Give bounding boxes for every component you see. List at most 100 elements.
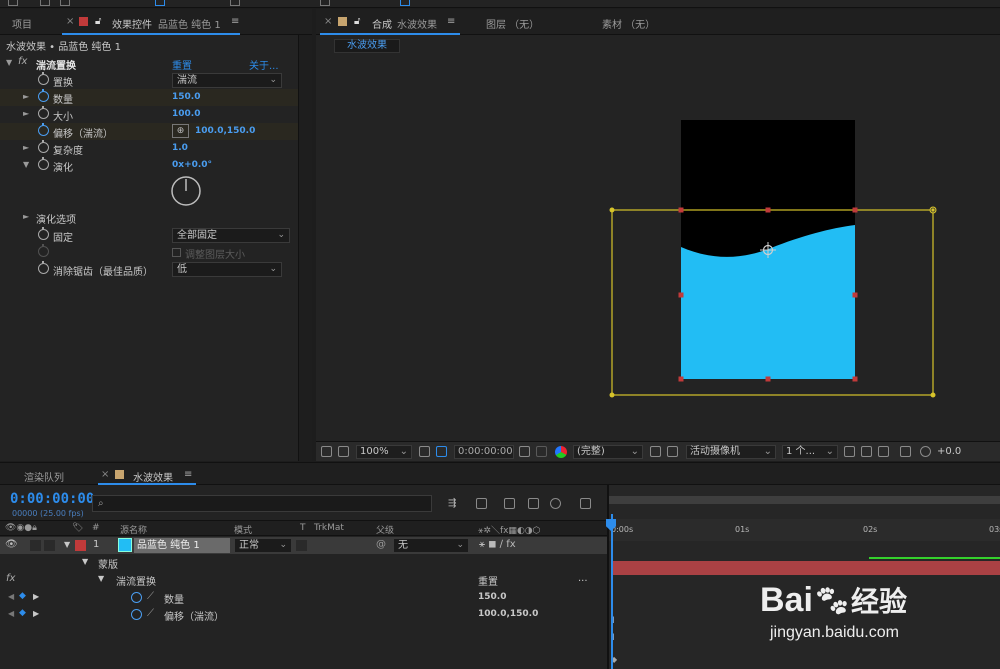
antialiasing-dropdown[interactable]: 低 ⌄: [172, 262, 282, 277]
transparency-grid-icon[interactable]: [667, 446, 678, 457]
fast-preview-icon[interactable]: [861, 446, 872, 457]
effect-header-row[interactable]: ▼ fx 湍流置换 重置 关于...: [0, 55, 298, 72]
param-row-pinning[interactable]: 固定 全部固定 ⌄: [0, 227, 298, 244]
expand-arrow-icon[interactable]: ▼: [98, 574, 104, 583]
tab-footage[interactable]: 素材 （无）: [602, 16, 655, 31]
snapping-icon[interactable]: [400, 0, 410, 6]
size-value[interactable]: 100.0: [172, 109, 200, 119]
zoom-tool-icon[interactable]: [60, 0, 70, 6]
zoom-dropdown[interactable]: 100% ⌄: [356, 445, 412, 459]
expand-arrow-icon[interactable]: ►: [23, 212, 29, 221]
property-row-offset[interactable]: ◀ ◆ ▶ ⟋ 偏移（湍流） 100.0,150.0: [0, 606, 607, 623]
mask-visibility-icon[interactable]: [436, 446, 447, 457]
eye-icon[interactable]: 👁︎: [5, 539, 18, 550]
frame-blending-icon[interactable]: [528, 498, 539, 509]
tab-layer[interactable]: 图层 （无）: [486, 16, 539, 31]
layer-label-color[interactable]: [75, 540, 86, 551]
stopwatch-icon[interactable]: [38, 140, 49, 153]
col-mode[interactable]: 模式: [234, 523, 252, 536]
displacement-dropdown[interactable]: 湍流 ⌄: [172, 73, 282, 88]
resize-layer-checkbox[interactable]: [172, 248, 181, 257]
offset-value[interactable]: 100.0,150.0: [478, 609, 538, 619]
expand-arrow-icon[interactable]: ▼: [82, 557, 88, 566]
keyframe-diamond-icon[interactable]: ◆: [19, 608, 26, 618]
effect-group-row[interactable]: fx ▼ 湍流置换 重置 ...: [0, 571, 607, 588]
av-features-icon[interactable]: 👁︎◉●🔒︎: [5, 523, 37, 533]
parent-dropdown[interactable]: 无 ⌄: [393, 538, 469, 553]
tab-render-queue[interactable]: 渲染队列: [24, 469, 64, 484]
col-trkmat[interactable]: TrkMat: [314, 523, 344, 533]
motion-blur-icon[interactable]: [550, 498, 561, 509]
reset-button[interactable]: 重置: [172, 57, 192, 72]
reset-button[interactable]: 重置: [478, 573, 498, 588]
expand-arrow-icon[interactable]: ▼: [6, 58, 12, 67]
puppet-tool-icon[interactable]: [320, 0, 330, 6]
camera-snapshot-icon[interactable]: [519, 446, 530, 457]
panel-menu-icon[interactable]: ≡: [447, 16, 455, 27]
pickwhip-icon[interactable]: @: [376, 539, 386, 550]
expand-arrow-icon[interactable]: ►: [23, 109, 29, 118]
param-row-evolution-options[interactable]: ► 演化选项: [0, 209, 298, 226]
evolution-value[interactable]: 0x+0.0°: [172, 160, 212, 170]
layer-switches[interactable]: ⚹ ◼ ∕ fx: [479, 539, 516, 550]
prev-keyframe-icon[interactable]: ◀: [8, 609, 14, 618]
color-channel-icon[interactable]: [555, 446, 567, 458]
solo-toggle[interactable]: [30, 540, 41, 551]
label-icon[interactable]: 🏷︎: [72, 523, 83, 533]
col-source-name[interactable]: 源名称: [120, 523, 147, 536]
preserve-transparency-toggle[interactable]: [296, 540, 307, 551]
stopwatch-icon[interactable]: [131, 592, 142, 603]
prev-keyframe-icon[interactable]: ◀: [8, 592, 14, 601]
layer-row[interactable]: 👁︎ ▼ 1 品蓝色 纯色 1 正常 ⌄ @ 无 ⌄ ⚹ ◼ ∕ fx: [0, 537, 607, 554]
param-row-resize-layer[interactable]: 调整图层大小: [0, 244, 298, 261]
expand-arrow-icon[interactable]: ►: [23, 143, 29, 152]
rectangle-tool-icon[interactable]: [155, 0, 165, 6]
layer-name[interactable]: 品蓝色 纯色 1: [134, 538, 230, 553]
close-icon[interactable]: ×: [66, 16, 74, 27]
playhead[interactable]: [611, 514, 613, 669]
close-icon[interactable]: ×: [101, 469, 109, 480]
search-input[interactable]: ⌕: [92, 495, 432, 512]
blend-mode-dropdown[interactable]: 正常 ⌄: [234, 538, 292, 553]
stopwatch-icon[interactable]: [38, 157, 49, 170]
amount-value[interactable]: 150.0: [478, 592, 506, 602]
more-button[interactable]: ...: [578, 573, 588, 584]
stopwatch-icon[interactable]: [38, 89, 49, 102]
tab-effect-controls-layer[interactable]: 品蓝色 纯色 1: [158, 16, 221, 31]
param-row-size[interactable]: ► 大小 100.0: [0, 106, 298, 123]
stopwatch-icon[interactable]: [38, 123, 49, 136]
draft-3d-icon[interactable]: [476, 498, 487, 509]
mask-group-row[interactable]: ▼ 蒙版: [0, 554, 607, 571]
param-row-offset[interactable]: 偏移（湍流） ⊕ 100.0,150.0: [0, 123, 298, 140]
switches-icons[interactable]: ⚹✲＼fx▦◐◑⬡: [478, 523, 541, 536]
timeline-icon[interactable]: [878, 446, 889, 457]
next-keyframe-icon[interactable]: ▶: [33, 609, 39, 618]
shy-layers-icon[interactable]: [504, 498, 515, 509]
param-row-amount[interactable]: ► 数量 150.0: [0, 89, 298, 106]
selection-tool-icon[interactable]: [8, 0, 18, 6]
exposure-value[interactable]: +0.0: [937, 445, 961, 459]
scrollbar[interactable]: [298, 35, 312, 461]
col-parent[interactable]: 父级: [376, 523, 394, 536]
work-area-bar[interactable]: [609, 496, 1000, 504]
crosshair-icon[interactable]: ⊕: [172, 124, 189, 138]
stopwatch-icon[interactable]: [131, 609, 142, 620]
property-row-amount[interactable]: ◀ ◆ ▶ ⟋ 数量 150.0: [0, 589, 607, 606]
panel-menu-icon[interactable]: ≡: [231, 16, 239, 27]
param-row-evolution[interactable]: ▼ 演化 0x+0.0°: [0, 157, 298, 212]
show-snapshot-icon[interactable]: [536, 446, 547, 457]
camera-dropdown[interactable]: 活动摄像机 ⌄: [686, 445, 776, 459]
keyframe-diamond-icon[interactable]: ◆: [19, 591, 26, 601]
param-row-antialiasing[interactable]: 消除锯齿（最佳品质） 低 ⌄: [0, 261, 298, 278]
current-time-display[interactable]: 0:00:00:00: [10, 491, 94, 507]
param-row-displacement[interactable]: 置换 湍流 ⌄: [0, 72, 298, 89]
evolution-angle-dial[interactable]: [170, 175, 202, 207]
tab-composition[interactable]: 合成: [372, 16, 392, 31]
graph-icon[interactable]: ⟋: [147, 591, 154, 602]
close-icon[interactable]: ×: [324, 16, 332, 27]
tab-project[interactable]: 项目: [12, 16, 32, 31]
lock-icon[interactable]: 🔓︎: [354, 16, 360, 27]
complexity-value[interactable]: 1.0: [172, 143, 188, 153]
lock-toggle[interactable]: [44, 540, 55, 551]
fx-icon[interactable]: fx: [6, 573, 15, 584]
